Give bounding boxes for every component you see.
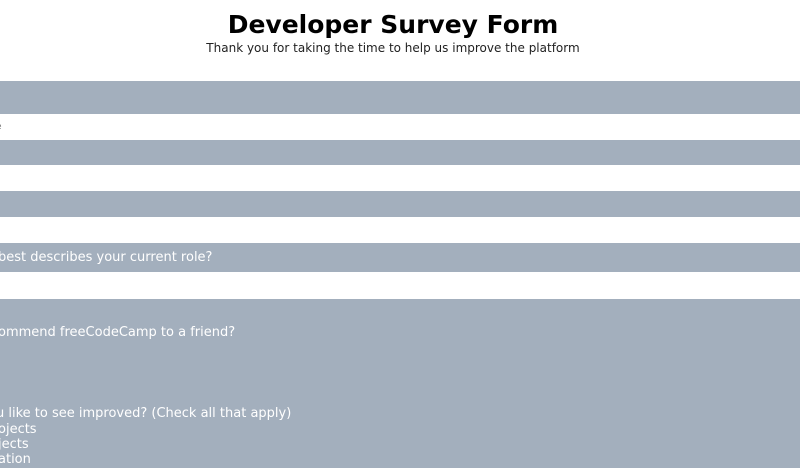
survey-lower-section: ommend freeCodeCamp to a friend? u like …	[0, 299, 800, 468]
email-label-band	[0, 140, 800, 165]
role-question-band: best describes your current role?	[0, 243, 800, 272]
improve-option-2[interactable]: jects	[0, 437, 29, 452]
age-input[interactable]	[0, 217, 800, 243]
name-input[interactable]: e	[0, 114, 800, 140]
page-title: Developer Survey Form	[227, 10, 559, 39]
page-description: Thank you for taking the time to help us…	[206, 41, 580, 55]
email-input[interactable]	[0, 165, 800, 191]
improve-option-1[interactable]: ojects	[0, 422, 37, 437]
recommend-question-label: ommend freeCodeCamp to a friend?	[0, 325, 236, 340]
name-label-band	[0, 81, 800, 114]
improve-option-3[interactable]: ation	[0, 452, 31, 467]
age-label-band	[0, 191, 800, 217]
improve-question-label: u like to see improved? (Check all that …	[0, 406, 292, 421]
role-question-label: best describes your current role?	[0, 250, 213, 265]
name-input-placeholder: e	[0, 122, 2, 132]
role-dropdown[interactable]	[0, 272, 800, 299]
